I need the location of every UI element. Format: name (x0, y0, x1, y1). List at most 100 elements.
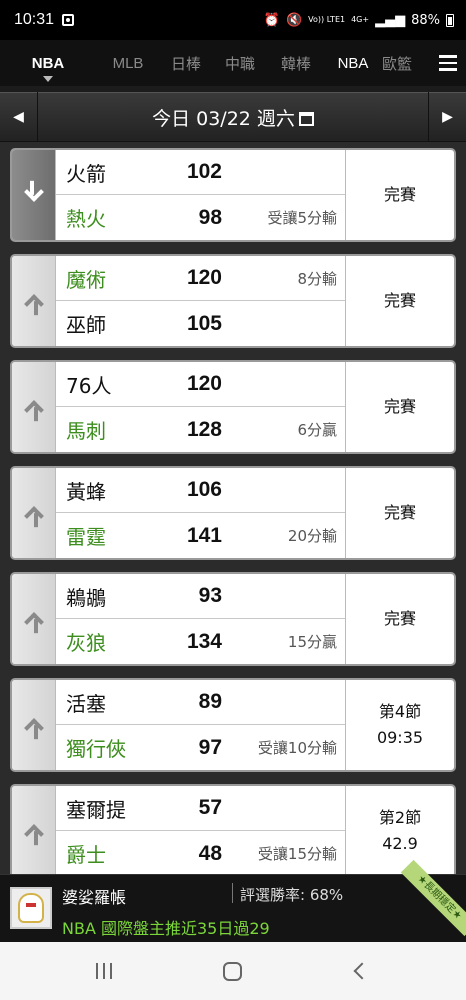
team-score: 105 (186, 311, 222, 335)
game-status: 完賽 (383, 291, 416, 310)
home-button[interactable] (203, 951, 263, 991)
recents-icon (96, 963, 113, 979)
game-status: 完賽 (383, 503, 416, 522)
team-score: 102 (186, 160, 222, 183)
tab-nba[interactable]: NBA (324, 40, 382, 86)
lucky-cat-icon (18, 893, 44, 923)
game-status: 第4節 09:35 (376, 702, 424, 747)
team-row: 黃蜂 106 (56, 468, 345, 514)
team-score: 106 (186, 478, 222, 501)
team-score: 128 (186, 417, 222, 441)
expand-toggle[interactable] (12, 680, 56, 770)
mute-icon: 🔇 (285, 12, 303, 28)
team-score: 89 (198, 690, 222, 713)
tab-mlb[interactable]: MLB (96, 40, 160, 86)
tab-npb[interactable]: 日棒 (160, 40, 212, 86)
win-rate: 評選勝率: 68% (240, 886, 344, 904)
game-card[interactable]: 火箭 102 熱火 98 受讓5分輸 完賽 (10, 148, 456, 242)
expand-toggle[interactable] (12, 468, 56, 558)
expand-toggle[interactable] (12, 786, 56, 874)
menu-icon[interactable] (430, 40, 466, 86)
home-icon (223, 961, 243, 981)
recents-button[interactable] (74, 951, 134, 991)
chevron-down-icon (23, 182, 44, 202)
handicap-result: 受讓10分輸 (257, 739, 337, 757)
team-row: 獨行俠 97 受讓10分輸 (56, 725, 345, 770)
team-name: 爵士 (66, 843, 106, 867)
notification-icon (62, 14, 75, 26)
team-name: 火箭 (66, 161, 106, 186)
team-name: 黃蜂 (66, 479, 106, 504)
game-card[interactable]: 塞爾提 57 爵士 48 受讓15分輸 第2節 42.9 (10, 784, 456, 874)
expand-toggle[interactable] (12, 150, 56, 240)
status-time: 10:31 (14, 11, 55, 28)
game-status: 完賽 (383, 609, 416, 628)
team-score: 134 (186, 629, 222, 653)
game-card[interactable]: 76人 120 馬刺 128 6分贏 完賽 (10, 360, 456, 454)
team-score: 141 (186, 523, 222, 547)
game-status: 第2節 42.9 (378, 808, 422, 853)
team-row: 爵士 48 受讓15分輸 (56, 831, 345, 874)
alarm-icon: ⏰ (263, 12, 280, 28)
team-row: 魔術 120 8分輸 (56, 256, 345, 302)
team-row: 熱火 98 受讓5分輸 (56, 195, 345, 240)
chevron-up-icon (23, 400, 44, 420)
team-name: 活塞 (66, 691, 106, 716)
game-card[interactable]: 活塞 89 獨行俠 97 受讓10分輸 第4節 09:35 (10, 678, 456, 772)
team-name: 76人 (66, 373, 112, 398)
game-status: 完賽 (383, 185, 416, 204)
calendar-icon (298, 111, 314, 126)
handicap-result: 15分贏 (287, 633, 337, 651)
team-name: 熱火 (66, 207, 106, 231)
team-score: 93 (198, 584, 222, 607)
team-row: 活塞 89 (56, 680, 345, 726)
date-picker[interactable]: 今日 03/22 週六 (38, 104, 428, 131)
team-row: 灰狼 134 15分贏 (56, 619, 345, 664)
system-nav-bar (0, 942, 466, 1000)
team-score: 57 (198, 796, 222, 819)
tab-nba-active[interactable]: NBA (0, 40, 96, 86)
tab-euro-basketball[interactable]: 歐籃 (382, 40, 422, 86)
game-card[interactable]: 魔術 120 8分輸 巫師 105 完賽 (10, 254, 456, 348)
chevron-up-icon (23, 824, 44, 844)
back-button[interactable] (332, 951, 392, 991)
team-score: 48 (198, 841, 222, 865)
team-row: 馬刺 128 6分贏 (56, 407, 345, 452)
team-name: 雷霆 (66, 525, 106, 549)
handicap-result: 受讓5分輸 (267, 209, 337, 227)
expand-toggle[interactable] (12, 574, 56, 664)
game-card[interactable]: 黃蜂 106 雷霆 141 20分輸 完賽 (10, 466, 456, 560)
league-tabs: NBA MLB 日棒 中職 韓棒 NBA 歐籃 (0, 40, 466, 86)
game-card[interactable]: 鵜鶘 93 灰狼 134 15分贏 完賽 (10, 572, 456, 666)
chevron-up-icon (23, 294, 44, 314)
game-status: 完賽 (383, 397, 416, 416)
handicap-result: 8分輸 (297, 269, 337, 288)
network-type: 4G+ (351, 15, 370, 24)
avatar (10, 887, 52, 929)
expand-toggle[interactable] (12, 256, 56, 346)
date-label: 今日 03/22 週六 (152, 107, 295, 130)
battery-icon (446, 13, 454, 27)
divider (232, 883, 233, 903)
prev-day-button[interactable]: ◀ (0, 92, 38, 142)
tipster-banner[interactable]: 婆娑羅帳 評選勝率: 68% NBA 國際盤主推近35日過29 ★長期穩定★ (0, 859, 466, 942)
back-icon (353, 962, 371, 980)
team-row: 鵜鶘 93 (56, 574, 345, 620)
next-day-button[interactable]: ▶ (428, 92, 466, 142)
team-score: 98 (198, 205, 222, 229)
handicap-result: 受讓15分輸 (257, 845, 337, 863)
team-name: 馬刺 (66, 419, 106, 443)
team-name: 鵜鶘 (66, 585, 106, 610)
team-score: 120 (186, 266, 222, 289)
promo-text: NBA 國際盤主推近35日過29 (62, 919, 270, 938)
team-name: 塞爾提 (66, 797, 126, 822)
chevron-up-icon (23, 506, 44, 526)
handicap-result: 20分輸 (287, 527, 337, 545)
expand-toggle[interactable] (12, 362, 56, 452)
tab-kbo[interactable]: 韓棒 (268, 40, 324, 86)
handicap-result: 6分贏 (297, 421, 337, 439)
game-list[interactable]: 火箭 102 熱火 98 受讓5分輸 完賽 魔術 120 8分輸 巫師 105 完賽 76人… (0, 142, 466, 874)
status-icons: ⏰ 🔇 Vo)) LTE1 4G+ ▂▄▆ 88% (264, 13, 454, 28)
tab-cpbl[interactable]: 中職 (212, 40, 268, 86)
team-row: 雷霆 141 20分輸 (56, 513, 345, 558)
